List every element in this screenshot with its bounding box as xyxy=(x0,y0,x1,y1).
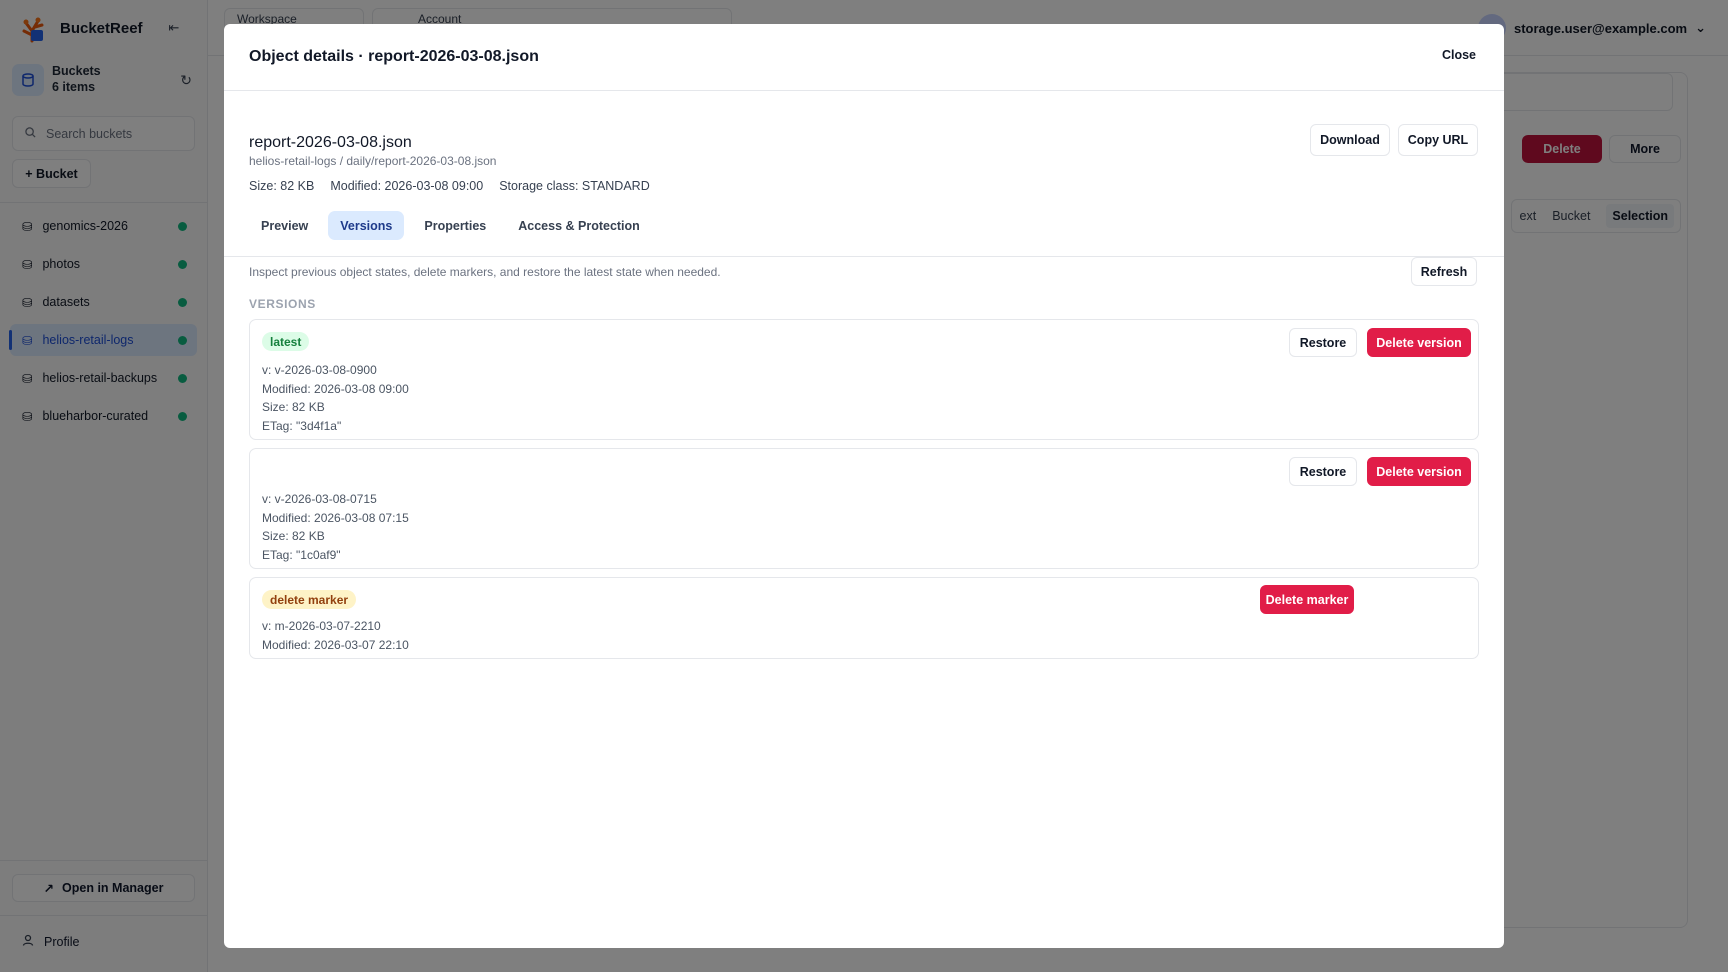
version-modified: Modified: 2026-03-07 22:10 xyxy=(262,638,409,652)
tab-access-protection[interactable]: Access & Protection xyxy=(506,211,652,240)
modal-header: Object details · report-2026-03-08.json … xyxy=(224,24,1504,91)
version-card: delete marker v: m-2026-03-07-2210 Modif… xyxy=(249,577,1479,659)
tab-properties[interactable]: Properties xyxy=(412,211,498,240)
object-name: report-2026-03-08.json xyxy=(249,134,412,151)
version-id: v: v-2026-03-08-0900 xyxy=(262,363,377,377)
object-details-modal: Object details · report-2026-03-08.json … xyxy=(224,24,1504,948)
delete-version-button[interactable]: Delete version xyxy=(1367,328,1471,357)
version-id: v: m-2026-03-07-2210 xyxy=(262,619,381,633)
modal-title: Object details · report-2026-03-08.json xyxy=(249,48,539,65)
object-tabs: Preview Versions Properties Access & Pro… xyxy=(249,211,652,240)
versions-intro: Inspect previous object states, delete m… xyxy=(249,265,721,279)
latest-badge: latest xyxy=(262,332,310,351)
version-card: v: v-2026-03-08-0715 Modified: 2026-03-0… xyxy=(249,448,1479,569)
delete-marker-button[interactable]: Delete marker xyxy=(1260,585,1354,614)
delete-version-button[interactable]: Delete version xyxy=(1367,457,1471,486)
divider xyxy=(224,256,1504,257)
copy-url-button[interactable]: Copy URL xyxy=(1398,124,1478,156)
version-card: latest v: v-2026-03-08-0900 Modified: 20… xyxy=(249,319,1479,440)
object-size: Size: 82 KB xyxy=(249,179,315,193)
section-label: VERSIONS xyxy=(249,297,316,311)
tab-preview[interactable]: Preview xyxy=(249,211,320,240)
version-etag: ETag: "1c0af9" xyxy=(262,548,341,562)
close-button[interactable]: Close xyxy=(1442,48,1476,62)
delete-marker-badge: delete marker xyxy=(262,590,357,609)
version-id: v: v-2026-03-08-0715 xyxy=(262,492,377,506)
restore-button[interactable]: Restore xyxy=(1289,328,1357,357)
version-size: Size: 82 KB xyxy=(262,529,325,543)
version-modified: Modified: 2026-03-08 09:00 xyxy=(262,382,409,396)
tab-versions[interactable]: Versions xyxy=(328,211,405,240)
version-etag: ETag: "3d4f1a" xyxy=(262,419,342,433)
refresh-button[interactable]: Refresh xyxy=(1411,257,1477,286)
object-path: helios-retail-logs / daily/report-2026-0… xyxy=(249,154,497,168)
restore-button[interactable]: Restore xyxy=(1289,457,1357,486)
version-size: Size: 82 KB xyxy=(262,400,325,414)
download-button[interactable]: Download xyxy=(1310,124,1390,156)
object-storage-class: Storage class: STANDARD xyxy=(499,179,650,193)
version-modified: Modified: 2026-03-08 07:15 xyxy=(262,511,409,525)
object-meta: Size: 82 KB Modified: 2026-03-08 09:00 S… xyxy=(249,179,650,193)
object-modified: Modified: 2026-03-08 09:00 xyxy=(330,179,484,193)
